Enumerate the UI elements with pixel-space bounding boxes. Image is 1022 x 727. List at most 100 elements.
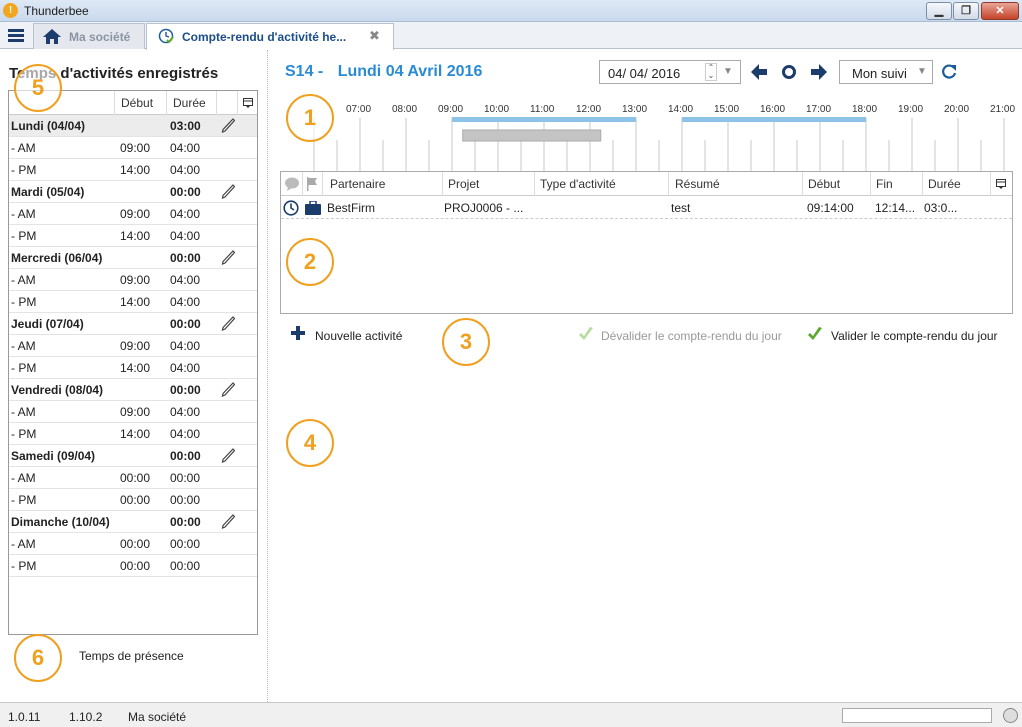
column-header-projet[interactable]: Projet — [448, 177, 479, 191]
tab-ma-societe[interactable]: Ma société — [33, 23, 145, 49]
tab-close-icon[interactable]: ✖ — [369, 28, 380, 44]
table-row[interactable]: - PM 14:00 04:00 — [9, 291, 257, 313]
row-duree: 04:00 — [170, 273, 201, 287]
row-label: - PM — [11, 163, 37, 177]
column-header-resume[interactable]: Résumé — [675, 177, 720, 191]
row-label: - PM — [11, 559, 37, 573]
table-row[interactable]: - PM 14:00 04:00 — [9, 225, 257, 247]
day-row[interactable]: Lundi (04/04) 03:00 — [9, 115, 257, 137]
date-dropdown-icon[interactable]: ▼ — [723, 66, 733, 77]
close-window-button[interactable]: ✕ — [981, 2, 1019, 20]
row-debut: 14:00 — [120, 163, 151, 177]
day-row[interactable]: Samedi (09/04) 00:00 — [9, 445, 257, 467]
new-activity-label: Nouvelle activité — [315, 329, 403, 343]
edit-pen-icon[interactable] — [221, 448, 235, 463]
edit-pen-icon[interactable] — [221, 118, 235, 133]
minimize-button[interactable]: ▁ — [926, 2, 952, 20]
maximize-button[interactable]: ❐ — [953, 2, 979, 20]
edit-pen-icon[interactable] — [221, 514, 235, 529]
flag-icon — [307, 177, 317, 191]
edit-pen-icon[interactable] — [221, 250, 235, 265]
main-panel: S14 - Lundi 04 Avril 2016 04/ 04/ 2016 ⌃… — [269, 50, 1022, 702]
validate-label: Valider le compte-rendu du jour — [831, 329, 998, 343]
table-row[interactable]: - AM 00:00 00:00 — [9, 467, 257, 489]
row-debut: 14:00 — [120, 361, 151, 375]
day-row[interactable]: Vendredi (08/04) 00:00 — [9, 379, 257, 401]
table-row[interactable]: - AM 09:00 04:00 — [9, 269, 257, 291]
column-header-debut[interactable]: Début — [121, 96, 153, 110]
row-debut: 09:00 — [120, 273, 151, 287]
row-debut: 09:00 — [120, 207, 151, 221]
row-label: - PM — [11, 229, 37, 243]
cell-debut: 09:14:00 — [807, 201, 854, 215]
column-header-duree[interactable]: Durée — [173, 96, 206, 110]
status-company: Ma société — [128, 710, 187, 724]
table-row[interactable]: - PM 00:00 00:00 — [9, 555, 257, 577]
cell-resume: test — [671, 201, 691, 215]
row-label: - AM — [11, 273, 36, 287]
column-header-type[interactable]: Type d'activité — [540, 177, 616, 191]
view-select[interactable]: Mon suivi ▼ — [839, 60, 933, 84]
row-label: - PM — [11, 427, 37, 441]
callout-badge-3: 3 — [442, 318, 490, 366]
working-hours-band — [682, 117, 866, 122]
title-bar: ! Thunderbee ▁ ❐ ✕ — [0, 0, 1022, 22]
callout-badge-2: 2 — [286, 238, 334, 286]
row-label: - AM — [11, 471, 36, 485]
table-row[interactable]: - AM 09:00 04:00 — [9, 335, 257, 357]
row-label: - AM — [11, 405, 36, 419]
column-header-debut[interactable]: Début — [808, 177, 840, 191]
menu-icon[interactable] — [4, 26, 28, 45]
previous-day-arrow-icon[interactable] — [749, 62, 769, 82]
row-duree: 04:00 — [170, 427, 201, 441]
today-circle-icon[interactable] — [779, 62, 799, 82]
tab-compte-rendu[interactable]: Compte-rendu d'activité he... ✖ — [146, 23, 394, 50]
date-spinner[interactable]: ⌃ ⌄ — [705, 63, 717, 81]
working-hours-band — [452, 117, 636, 122]
row-duree: 04:00 — [170, 163, 201, 177]
day-row[interactable]: Jeudi (07/04) 00:00 — [9, 313, 257, 335]
day-row[interactable]: Mardi (05/04) 00:00 — [9, 181, 257, 203]
table-row[interactable]: - PM 14:00 04:00 — [9, 423, 257, 445]
check-icon — [579, 327, 593, 340]
row-duree: 00:00 — [170, 185, 201, 199]
row-label: Mardi (05/04) — [11, 185, 85, 199]
row-duree: 04:00 — [170, 229, 201, 243]
column-header-fin[interactable]: Fin — [876, 177, 893, 191]
presence-time-label: Temps de présence — [79, 649, 184, 663]
app-logo-icon: ! — [3, 3, 18, 18]
column-header-partenaire[interactable]: Partenaire — [330, 177, 385, 191]
date-input[interactable]: 04/ 04/ 2016 ⌃ ⌄ ▼ — [599, 60, 741, 84]
table-row[interactable]: - PM 14:00 04:00 — [9, 159, 257, 181]
row-debut: 00:00 — [120, 537, 151, 551]
row-label: - PM — [11, 493, 37, 507]
day-row[interactable]: Mercredi (06/04) 00:00 — [9, 247, 257, 269]
edit-pen-icon[interactable] — [221, 382, 235, 397]
table-row[interactable]: - AM 09:00 04:00 — [9, 137, 257, 159]
table-row[interactable]: - AM 09:00 04:00 — [9, 203, 257, 225]
day-row[interactable]: Dimanche (10/04) 00:00 — [9, 511, 257, 533]
next-day-arrow-icon[interactable] — [809, 62, 829, 82]
row-duree: 00:00 — [170, 383, 201, 397]
row-duree: 00:00 — [170, 471, 201, 485]
table-row[interactable]: - PM 00:00 00:00 — [9, 489, 257, 511]
table-row[interactable]: - AM 09:00 04:00 — [9, 401, 257, 423]
column-chooser-icon[interactable] — [996, 179, 1006, 189]
row-duree: 04:00 — [170, 207, 201, 221]
edit-pen-icon[interactable] — [221, 184, 235, 199]
table-row[interactable]: - PM 14:00 04:00 — [9, 357, 257, 379]
version-core: 1.10.2 — [69, 710, 103, 724]
comment-icon — [285, 177, 299, 191]
column-header-duree[interactable]: Durée — [928, 177, 961, 191]
edit-pen-icon[interactable] — [221, 316, 235, 331]
table-row[interactable]: - AM 00:00 00:00 — [9, 533, 257, 555]
table-body: Lundi (04/04) 03:00 - AM 09:00 04:00 - PM 14:0… — [9, 115, 257, 577]
date-title: Lundi 04 Avril 2016 — [337, 63, 483, 80]
status-indicator-icon[interactable] — [1003, 708, 1018, 723]
row-debut: 14:00 — [120, 229, 151, 243]
grid-header: Partenaire Projet Type d'activité Résumé… — [281, 172, 1012, 196]
cell-partenaire: BestFirm — [327, 201, 375, 215]
table-row[interactable]: BestFirm PROJ0006 - ... test 09:14:00 12… — [281, 197, 1012, 219]
refresh-icon[interactable] — [940, 62, 958, 82]
column-chooser-icon[interactable] — [243, 98, 253, 108]
